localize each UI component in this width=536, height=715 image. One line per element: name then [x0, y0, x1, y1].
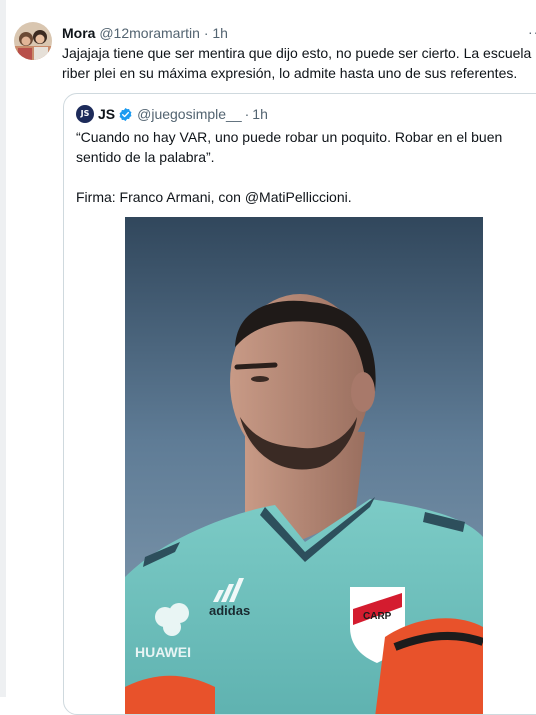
tweet-text-line: riber plei en su máxima expresión, lo ad… [62, 65, 518, 81]
separator: · [203, 25, 209, 41]
more-options-icon[interactable]: ··· [528, 24, 536, 40]
tweet-text: Jajajaja tiene que ser mentira que dijo … [62, 43, 536, 83]
quote-text: “Cuando no hay VAR, uno puede robar un p… [76, 129, 503, 165]
quoted-tweet[interactable]: JS JS @juegosimple__ · 1h “Cuando no hay… [63, 93, 536, 715]
brand-text: adidas [209, 603, 250, 618]
quoted-display-name[interactable]: JS [98, 105, 115, 123]
tweet-header: Mora @12moramartin · 1h [62, 24, 228, 42]
verified-badge-icon [119, 107, 132, 121]
quote-signature: Firma: Franco Armani, con @MatiPelliccio… [76, 189, 352, 205]
quoted-tweet-header: JS JS @juegosimple__ · 1h [76, 105, 268, 123]
crest-text: CARP [363, 611, 392, 622]
avatar-image [14, 22, 52, 60]
timestamp[interactable]: 1h [212, 25, 228, 41]
quoted-avatar[interactable]: JS [76, 105, 94, 123]
tweet-photo[interactable]: adidas CARP HUAWEI [125, 217, 483, 714]
quoted-tweet-text: “Cuando no hay VAR, uno puede robar un p… [76, 127, 536, 207]
quoted-timestamp[interactable]: 1h [252, 105, 268, 123]
separator: · [244, 106, 250, 122]
quoted-handle[interactable]: @juegosimple__ [137, 105, 242, 123]
sponsor-text: HUAWEI [135, 644, 191, 660]
display-name[interactable]: Mora [62, 25, 95, 41]
handle[interactable]: @12moramartin [99, 25, 200, 41]
tweet-text-line: Jajajaja tiene que ser mentira que dijo … [62, 45, 532, 61]
avatar[interactable] [14, 22, 52, 60]
tweet[interactable]: Mora @12moramartin · 1h ··· Jajajaja tie… [0, 0, 536, 715]
goalkeeper-photo: adidas CARP HUAWEI [125, 217, 483, 714]
